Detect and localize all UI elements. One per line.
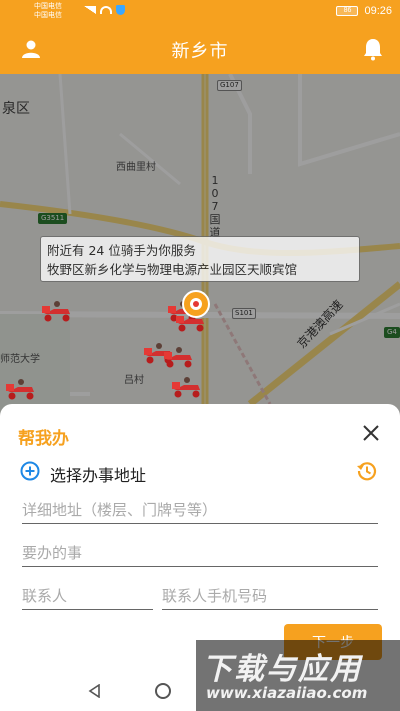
task-field-wrap: [22, 539, 378, 567]
contact-name-input[interactable]: [22, 582, 153, 609]
detail-address-input[interactable]: [22, 496, 378, 523]
current-location-address: 牧野区新乡化学与物理电源产业园区天顺宾馆: [47, 262, 298, 277]
contact-phone-input[interactable]: [162, 582, 378, 609]
location-pin-icon[interactable]: [181, 289, 211, 319]
detail-address-field-wrap: [22, 496, 378, 524]
select-address-row[interactable]: 选择办事地址: [20, 460, 380, 485]
watermark-title: 下载与应用: [202, 652, 362, 687]
sheet-title: 帮我办: [18, 429, 69, 449]
home-icon[interactable]: [155, 683, 171, 699]
contact-phone-field-wrap: [162, 582, 378, 610]
page-title: 新乡市: [171, 41, 229, 62]
back-icon[interactable]: [88, 684, 102, 698]
status-bar: 中国电信 中国电信 86 09:26: [0, 0, 400, 24]
task-input[interactable]: [22, 539, 378, 566]
rider-icon[interactable]: [162, 346, 196, 368]
watermark-url: www.xiazaiiao.com: [206, 684, 368, 702]
select-address-label: 选择办事地址: [50, 466, 147, 485]
rider-icon[interactable]: [170, 376, 204, 398]
carrier-2: 中国电信: [34, 11, 62, 19]
signal-icons: [84, 5, 125, 15]
history-icon[interactable]: [356, 460, 378, 482]
add-circle-icon: [20, 461, 40, 481]
watermark-logo: 下载与应用 www.xiazaiiao.com: [196, 640, 400, 711]
close-icon[interactable]: [362, 424, 380, 442]
rider-icon[interactable]: [40, 300, 74, 322]
clock: 09:26: [364, 5, 392, 17]
signal-icon: [84, 6, 96, 14]
bell-icon[interactable]: [362, 37, 384, 61]
rider-icon[interactable]: [4, 378, 38, 400]
carrier-1: 中国电信: [34, 2, 62, 10]
nearby-riders-count: 附近有 24 位骑手为你服务: [47, 243, 196, 258]
status-right: 86 09:26: [336, 5, 392, 17]
battery-icon: 86: [336, 6, 359, 16]
shield-icon: [116, 5, 125, 15]
app-header: 新乡市: [0, 24, 400, 74]
nearby-riders-info: 附近有 24 位骑手为你服务 牧野区新乡化学与物理电源产业园区天顺宾馆: [40, 236, 360, 282]
carrier-info: 中国电信 中国电信: [34, 2, 62, 20]
wifi-icon: [100, 6, 112, 14]
contact-field-wrap: [22, 582, 153, 610]
